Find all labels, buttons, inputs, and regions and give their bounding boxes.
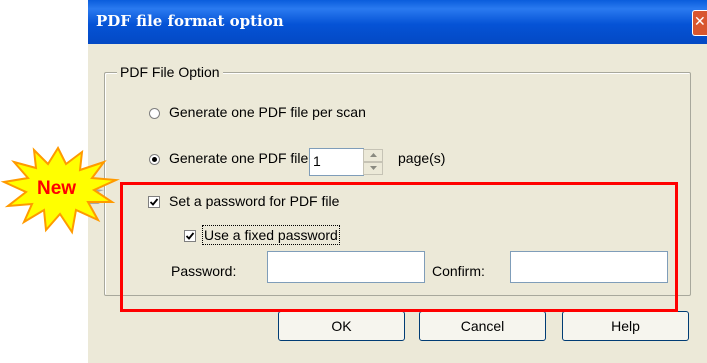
per-pages-radio[interactable]	[149, 154, 160, 165]
per-scan-radio[interactable]	[149, 108, 160, 119]
window-title: PDF file format option	[96, 12, 284, 30]
pages-count-value: 1	[313, 153, 321, 169]
pages-count-input[interactable]: 1	[309, 148, 364, 176]
title-bar[interactable]: PDF file format option ✕	[88, 0, 707, 44]
ok-button[interactable]: OK	[278, 311, 405, 341]
group-legend: PDF File Option	[117, 64, 223, 80]
cancel-button[interactable]: Cancel	[419, 311, 546, 341]
pages-unit-label: page(s)	[398, 150, 446, 166]
new-starburst-icon: New	[0, 145, 140, 242]
per-pages-label[interactable]: Generate one PDF file per	[169, 150, 332, 166]
new-badge-text: New	[37, 178, 77, 199]
spin-down-icon[interactable]	[363, 162, 383, 175]
pages-spinner[interactable]	[363, 148, 384, 176]
help-button[interactable]: Help	[562, 311, 689, 341]
new-feature-highlight	[120, 182, 678, 312]
spin-up-icon[interactable]	[363, 149, 383, 162]
close-icon[interactable]: ✕	[692, 10, 707, 36]
per-scan-label[interactable]: Generate one PDF file per scan	[169, 104, 366, 120]
